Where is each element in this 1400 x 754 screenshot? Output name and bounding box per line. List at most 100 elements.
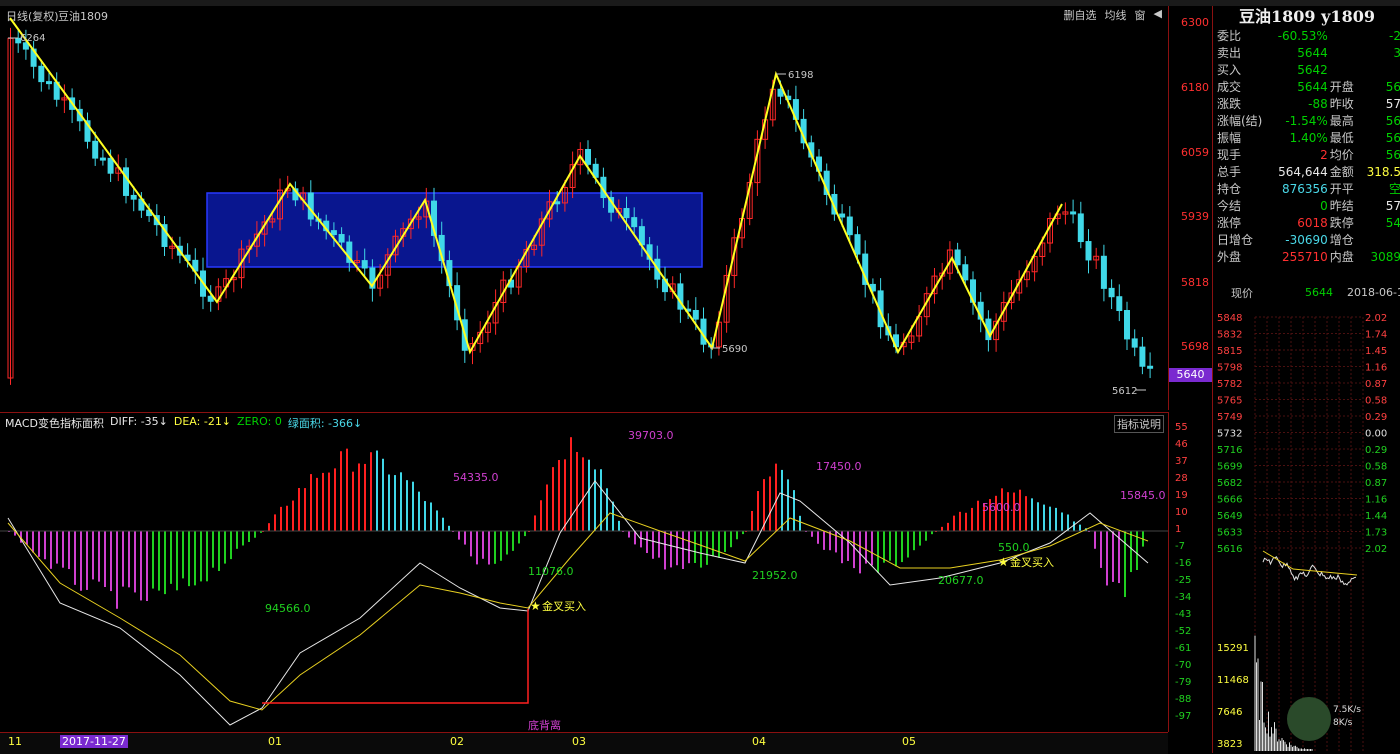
mini-left-tick: 5732 bbox=[1217, 429, 1242, 440]
macd-bar bbox=[418, 491, 420, 531]
current-price-tag: 5640 bbox=[1169, 368, 1212, 382]
macd-bar bbox=[236, 531, 238, 549]
macd-bar bbox=[298, 488, 300, 531]
month-label: 04 bbox=[752, 735, 766, 748]
macd-bar bbox=[1079, 524, 1081, 531]
candlestick-chart[interactable]: 日线(复权) 豆油1809 删自选 均线 窗 ◀ 6264 6198 5690 … bbox=[0, 6, 1168, 410]
quote-rows: 委比 -60.53% -2 卖出 5644 3 买入 5642 成交 5644 开盘 56 涨跌 -88 昨… bbox=[1213, 28, 1400, 266]
macd-bar bbox=[594, 469, 596, 531]
macd-bar bbox=[56, 531, 58, 564]
mini-vol-tick: 7646 bbox=[1217, 707, 1242, 718]
macd-bar bbox=[518, 531, 520, 544]
mini-left-tick: 5765 bbox=[1217, 396, 1242, 407]
macd-bar bbox=[524, 531, 526, 537]
candle-body bbox=[1139, 346, 1146, 367]
macd-bar bbox=[688, 531, 690, 564]
macd-bar bbox=[1025, 496, 1027, 531]
macd-bar bbox=[652, 531, 654, 559]
macd-tick: 1 bbox=[1175, 524, 1182, 535]
macd-bar bbox=[971, 507, 973, 531]
macd-bar bbox=[430, 502, 432, 531]
quote-key: 卖出 bbox=[1217, 46, 1242, 60]
macd-bar bbox=[925, 531, 927, 541]
macd-bar bbox=[68, 531, 70, 570]
macd-bar bbox=[322, 472, 324, 531]
macd-bar bbox=[448, 525, 450, 531]
candle-body bbox=[1100, 255, 1107, 289]
macd-bar bbox=[512, 531, 514, 551]
macd-panel[interactable]: MACD变色指标面积 DIFF: -35↓ DEA: -21↓ ZERO: 0 … bbox=[0, 412, 1168, 733]
macd-area-label: 39703.0 bbox=[628, 429, 674, 442]
quote-value2: 56 bbox=[1385, 80, 1400, 94]
macd-bar bbox=[146, 531, 148, 602]
macd-bar bbox=[1037, 502, 1039, 531]
macd-bar bbox=[718, 531, 720, 558]
macd-bar bbox=[458, 531, 460, 540]
candle-body bbox=[123, 167, 129, 196]
quote-row: 日增仓 -30690 增仓 bbox=[1217, 232, 1400, 249]
macd-bar bbox=[170, 531, 172, 584]
macd-bar bbox=[74, 531, 76, 585]
macd-bar bbox=[558, 460, 560, 531]
candle-body bbox=[1131, 338, 1138, 348]
macd-bar bbox=[769, 476, 771, 531]
quote-key: 日增仓 bbox=[1217, 233, 1254, 247]
macd-bar bbox=[194, 531, 196, 586]
speed-bubble[interactable] bbox=[1287, 697, 1331, 741]
quote-key: 成交 bbox=[1217, 80, 1242, 94]
month-label: 02 bbox=[450, 735, 464, 748]
macd-bar bbox=[913, 531, 915, 551]
month-label: 11 bbox=[8, 735, 22, 748]
quote-key2: 开平 bbox=[1329, 182, 1354, 196]
macd-bar bbox=[835, 531, 837, 553]
quote-value: 5644 bbox=[1297, 80, 1328, 94]
macd-bar bbox=[358, 463, 360, 531]
macd-bar bbox=[304, 488, 306, 531]
macd-bar bbox=[670, 531, 672, 568]
candle-body bbox=[361, 260, 368, 269]
macd-bar bbox=[977, 500, 979, 531]
quote-key: 涨停 bbox=[1217, 216, 1242, 230]
macd-area-label: 550.0 bbox=[998, 541, 1030, 554]
quote-value2: -2 bbox=[1389, 29, 1400, 43]
macd-bar bbox=[86, 531, 88, 590]
macd-bar bbox=[775, 463, 777, 531]
macd-area-label: 21952.0 bbox=[752, 569, 798, 582]
macd-bar bbox=[200, 531, 202, 582]
low-mid-label: 5690 bbox=[722, 344, 747, 355]
quote-value: -88 bbox=[1308, 97, 1328, 111]
macd-tick: -88 bbox=[1175, 694, 1192, 705]
macd-tick: -52 bbox=[1175, 626, 1192, 637]
macd-bar bbox=[730, 531, 732, 548]
macd-bar bbox=[442, 517, 444, 531]
macd-tick: 28 bbox=[1175, 473, 1188, 484]
quote-key2: 昨收 bbox=[1329, 97, 1354, 111]
macd-tick: -43 bbox=[1175, 609, 1192, 620]
zigzag-trend-line bbox=[9, 17, 1063, 355]
mini-right-tick: 0.00 bbox=[1365, 429, 1387, 440]
mini-left-tick: 5848 bbox=[1217, 313, 1242, 324]
intraday-panel[interactable]: 现价 5644 2018-06-13 5848 2.02 5832 1.74 5815 1… bbox=[1212, 281, 1400, 753]
macd-bar bbox=[817, 531, 819, 544]
macd-bar bbox=[224, 531, 226, 564]
macd-bar bbox=[823, 531, 825, 550]
macd-bar bbox=[134, 531, 136, 593]
mini-left-tick: 5666 bbox=[1217, 495, 1242, 506]
candle-body bbox=[846, 216, 853, 236]
macd-tick: -70 bbox=[1175, 660, 1192, 671]
macd-bar bbox=[871, 531, 873, 566]
macd-bar bbox=[564, 459, 566, 531]
macd-bar bbox=[1130, 531, 1132, 573]
macd-tick: -34 bbox=[1175, 592, 1192, 603]
macd-bar bbox=[206, 531, 208, 582]
macd-bar bbox=[941, 526, 943, 531]
macd-area-label: 5600.0 bbox=[982, 501, 1021, 514]
macd-bar bbox=[618, 520, 620, 531]
quote-key2: 跌停 bbox=[1329, 216, 1354, 230]
candle-body bbox=[99, 157, 106, 161]
candle-body bbox=[46, 81, 52, 85]
quote-key: 外盘 bbox=[1217, 250, 1242, 264]
macd-tick: 37 bbox=[1175, 456, 1188, 467]
macd-bar bbox=[582, 457, 584, 531]
mini-left-tick: 5649 bbox=[1217, 511, 1242, 522]
